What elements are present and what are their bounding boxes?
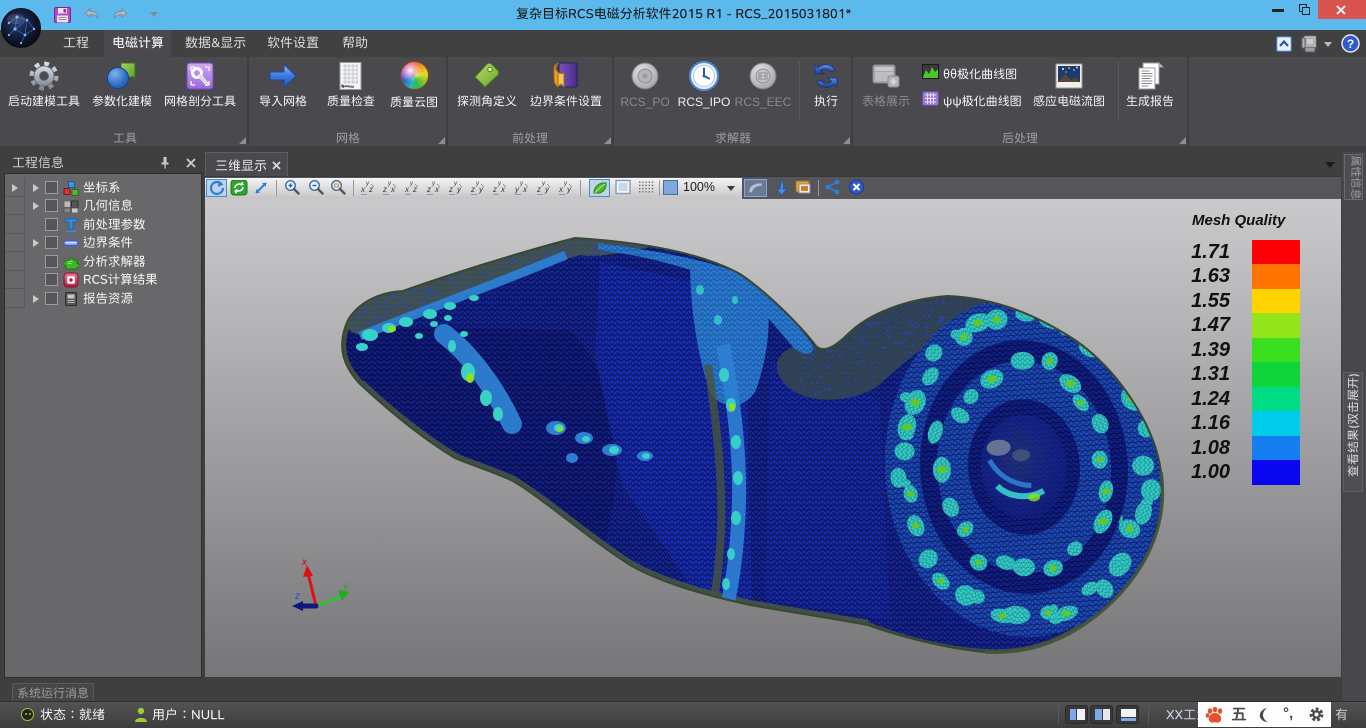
svg-text:y: y	[342, 581, 349, 592]
svg-text:z: z	[470, 185, 475, 194]
svg-text:z: z	[492, 185, 497, 194]
svg-text:z: z	[382, 185, 387, 194]
svg-text:?: ?	[1347, 37, 1354, 51]
svg-text:z: z	[426, 185, 431, 194]
svg-text:x: x	[301, 557, 308, 568]
svg-text:z: z	[294, 591, 300, 602]
svg-text:z: z	[448, 185, 453, 194]
svg-text:z: z	[536, 185, 541, 194]
